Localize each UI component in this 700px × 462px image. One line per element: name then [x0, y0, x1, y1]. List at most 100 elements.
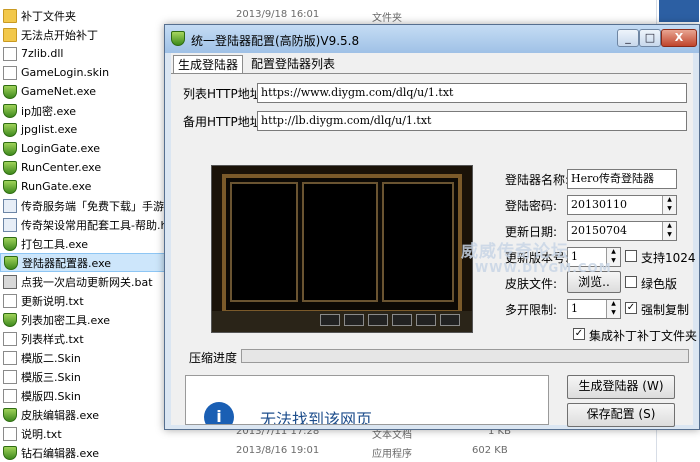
shield-icon	[3, 141, 17, 156]
document-icon	[3, 350, 17, 365]
close-button[interactable]: X	[661, 29, 697, 47]
preview-panel	[230, 182, 298, 302]
patch-folder-label: 集成补丁补丁文件夹	[589, 329, 698, 343]
compress-progress-bar	[241, 349, 689, 363]
shield-icon	[3, 236, 17, 251]
tab-configure-list[interactable]: 配置登陆器列表	[247, 55, 339, 73]
launcher-config-dialog: 统一登陆器配置(高防版)V9.5.8 _ □ X 生成登陆器 配置登陆器列表 列…	[164, 24, 700, 430]
login-password-input[interactable]: 20130110 ▲ ▼	[567, 195, 677, 215]
green-version-checkbox[interactable]	[625, 276, 637, 288]
window-title: 统一登陆器配置(高防版)V9.5.8	[191, 34, 360, 48]
preview-button	[392, 314, 412, 326]
support1024-label: 支持1024	[641, 251, 696, 265]
file-name: 登陆器配置器.exe	[22, 256, 112, 270]
password-value: 20130110	[571, 198, 627, 211]
document-icon	[3, 426, 17, 441]
preview-button	[344, 314, 364, 326]
file-name: 7zlib.dll	[21, 47, 64, 60]
dialog-client-area: 生成登陆器 配置登陆器列表 列表HTTP地址 https://www.diygm…	[171, 53, 697, 427]
preview-button	[416, 314, 436, 326]
compress-progress-label: 压缩进度	[189, 351, 238, 365]
document-icon	[3, 369, 17, 384]
document-icon	[3, 388, 17, 403]
backup-url-label: 备用HTTP地址	[183, 115, 262, 129]
file-name: 说明.txt	[21, 427, 62, 441]
document-icon	[3, 46, 17, 61]
shield-icon	[3, 179, 17, 194]
launcher-name-input[interactable]: Hero传奇登陆器	[567, 169, 677, 189]
shield-icon	[4, 255, 18, 270]
update-date-input[interactable]: 20150704 ▲ ▼	[567, 221, 677, 241]
update-date-value: 20150704	[571, 224, 627, 237]
maximize-button[interactable]: □	[639, 29, 661, 47]
preview-button	[440, 314, 460, 326]
watermark-text: 威威传奇论坛	[461, 242, 569, 262]
shield-icon	[3, 160, 17, 175]
multi-open-limit-label: 多开限制:	[505, 303, 558, 317]
save-config-button[interactable]: 保存配置 (S)	[567, 403, 675, 427]
file-name: 钻石编辑器.exe	[21, 446, 100, 460]
tab-generate-launcher[interactable]: 生成登陆器	[173, 55, 244, 73]
file-name: 模版二.Skin	[21, 351, 81, 365]
row-date: 2013/9/18 16:01	[236, 9, 320, 20]
file-name: GameLogin.skin	[21, 66, 110, 79]
preview-button	[320, 314, 340, 326]
row-type: 应用程序	[372, 449, 412, 460]
shield-icon	[3, 84, 17, 99]
generate-launcher-button[interactable]: 生成登陆器 (W)	[567, 375, 675, 399]
application-icon	[3, 217, 17, 232]
shield-icon	[3, 122, 17, 137]
patch-folder-checkbox[interactable]: ✓	[573, 328, 585, 340]
file-name: 打包工具.exe	[21, 237, 89, 251]
file-name: 列表样式.txt	[21, 332, 84, 346]
force-copy-checkbox[interactable]: ✓	[625, 302, 637, 314]
green-version-label: 绿色版	[641, 277, 678, 291]
preview-button	[368, 314, 388, 326]
file-name: ip加密.exe	[21, 104, 77, 118]
login-password-label: 登陆密码:	[505, 199, 558, 213]
file-name: RunCenter.exe	[21, 161, 102, 174]
spinner-icon[interactable]: ▲ ▼	[662, 222, 676, 240]
file-name: 无法点开始补丁	[21, 28, 98, 42]
file-name: 模版三.Skin	[21, 370, 81, 384]
multi-open-value: 1	[571, 302, 578, 315]
application-icon	[3, 198, 17, 213]
file-name: 更新说明.txt	[21, 294, 84, 308]
minimize-button[interactable]: _	[617, 29, 639, 47]
folder-icon	[3, 8, 17, 23]
document-icon	[3, 65, 17, 80]
file-name: 补丁文件夹	[21, 9, 76, 23]
file-row[interactable]: 补丁文件夹	[0, 6, 230, 25]
preview-panel	[382, 182, 454, 302]
file-name: GameNet.exe	[21, 85, 97, 98]
list-url-label: 列表HTTP地址	[183, 87, 262, 101]
support1024-checkbox[interactable]	[625, 250, 637, 262]
file-name: 传奇架设常用配套工具-帮助.ht	[21, 218, 172, 232]
file-name: 点我一次启动更新网关.bat	[21, 275, 153, 289]
file-name: 模版四.Skin	[21, 389, 81, 403]
batch-file-icon	[3, 274, 17, 289]
taskbar-edge	[659, 0, 699, 22]
info-icon: i	[204, 402, 234, 424]
preview-panel	[302, 182, 378, 302]
row-date: 2013/8/16 19:01	[236, 445, 320, 456]
spinner-icon[interactable]: ▲ ▼	[662, 196, 676, 214]
spinner-icon[interactable]: ▲ ▼	[606, 300, 620, 318]
embedded-browser: i 无法找到该网页	[185, 375, 549, 425]
force-copy-label: 强制复制	[641, 303, 690, 317]
row-type: 文件夹	[372, 13, 402, 24]
page-not-found-text: 无法找到该网页	[260, 410, 373, 425]
skin-file-label: 皮肤文件:	[505, 277, 558, 291]
multi-open-limit-input[interactable]: 1 ▲ ▼	[567, 299, 621, 319]
list-url-input[interactable]: https://www.diygm.com/dlq/u/1.txt	[257, 83, 687, 103]
backup-url-input[interactable]: http://lb.diygm.com/dlq/u/1.txt	[257, 111, 687, 131]
file-row[interactable]: 钻石编辑器.exe	[0, 443, 230, 462]
file-name: LoginGate.exe	[21, 142, 101, 155]
file-name: 传奇服务端「免费下载」手游游	[21, 199, 175, 213]
document-icon	[3, 293, 17, 308]
shield-icon	[3, 312, 17, 327]
skin-preview-image	[211, 165, 473, 333]
title-bar[interactable]: 统一登陆器配置(高防版)V9.5.8 _ □ X	[165, 25, 699, 53]
shield-icon	[171, 31, 185, 46]
document-icon	[3, 331, 17, 346]
